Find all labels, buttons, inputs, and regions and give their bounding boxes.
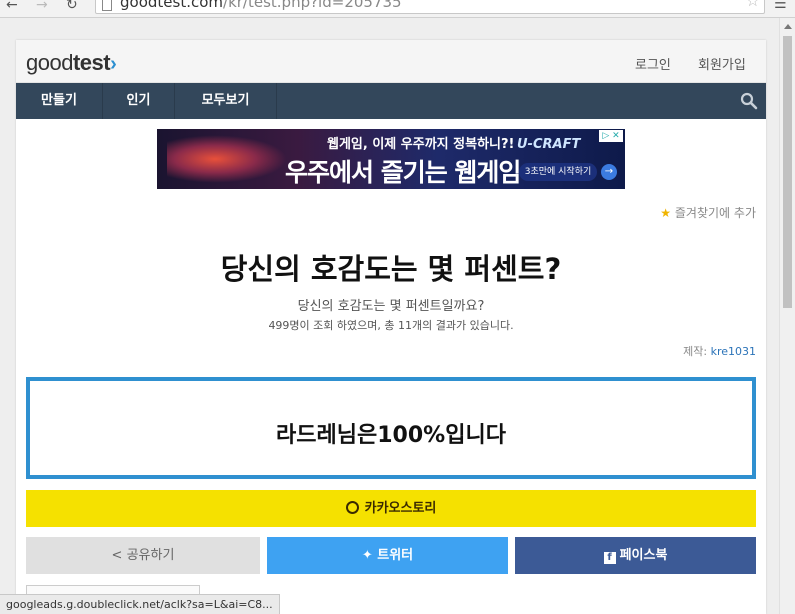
- browser-menu-icon[interactable]: ☰: [774, 0, 787, 11]
- facebook-icon: f: [603, 552, 616, 564]
- scrollbar[interactable]: [779, 18, 795, 614]
- ad-brand: U-CRAFT: [517, 137, 581, 152]
- ad-main-text: 우주에서 즐기는 웹게임: [285, 158, 521, 187]
- scroll-up-arrow-icon[interactable]: [784, 24, 792, 29]
- ad-headline: 웹게임, 이제 우주까지 정복하니?!: [327, 137, 515, 152]
- result-text: 라드레님은100%입니다: [276, 423, 506, 448]
- signup-link[interactable]: 회원가입: [698, 54, 746, 73]
- favorite-label: 즐겨찾기에 추가: [674, 206, 756, 220]
- star-icon: ★: [660, 206, 672, 220]
- kakaostory-icon: [345, 501, 359, 514]
- facebook-label: 페이스북: [619, 548, 668, 563]
- site-header: goodtest› 로그인 회원가입: [16, 40, 766, 83]
- back-arrow-icon[interactable]: ←: [6, 0, 18, 12]
- menu-item-all[interactable]: 모두보기: [175, 83, 277, 119]
- forward-arrow-icon[interactable]: →: [36, 0, 48, 12]
- twitter-bird-icon: ✦: [361, 548, 373, 563]
- test-title: 당신의 호감도는 몇 퍼센트?: [220, 252, 562, 286]
- share-icon: <: [111, 548, 123, 563]
- page-icon: [102, 0, 112, 11]
- adchoices-icon[interactable]: ▷ ✕: [599, 130, 623, 142]
- facebook-share-button[interactable]: f 페이스북: [515, 537, 756, 574]
- kakaostory-label: 카카오스토리: [364, 501, 437, 516]
- menu-item-popular[interactable]: 인기: [103, 83, 175, 119]
- share-label: 공유하기: [126, 548, 175, 563]
- login-link[interactable]: 로그인: [635, 54, 671, 73]
- kakaostory-share-button[interactable]: 카카오스토리: [26, 490, 756, 527]
- logo-arrow-icon: ›: [110, 53, 117, 75]
- test-subtitle: 당신의 호감도는 몇 퍼센트일까요?: [297, 299, 485, 314]
- share-button[interactable]: < 공유하기: [26, 537, 260, 574]
- url-path: /kr/test.php?id=205735: [223, 0, 402, 11]
- test-maker: 제작: kre1031: [683, 343, 756, 359]
- reload-icon[interactable]: ↻: [66, 0, 78, 12]
- address-bar[interactable]: goodtest.com/kr/test.php?id=205735 ☆: [95, 0, 765, 14]
- search-icon[interactable]: [740, 92, 758, 110]
- test-stats: 499명이 조회 하였으며, 총 11개의 결과가 있습니다.: [268, 319, 514, 332]
- spaceship-graphic: [167, 135, 287, 183]
- logo-bold-text: test: [72, 50, 111, 75]
- twitter-label: 트위터: [377, 548, 414, 563]
- twitter-share-button[interactable]: ✦ 트위터: [267, 537, 508, 574]
- page-container: goodtest› 로그인 회원가입 만들기 인기 모두보기 웹게임, 이제 우…: [16, 40, 766, 614]
- site-logo[interactable]: goodtest›: [26, 50, 117, 76]
- result-box: 라드레님은100%입니다: [26, 377, 756, 479]
- add-favorite-link[interactable]: ★ 즐겨찾기에 추가: [660, 204, 756, 221]
- maker-label: 제작:: [683, 345, 708, 358]
- url-domain: goodtest.com: [120, 0, 224, 11]
- address-url: goodtest.com/kr/test.php?id=205735: [120, 0, 402, 11]
- logo-light-text: good: [26, 50, 73, 75]
- main-menu: 만들기 인기 모두보기: [16, 83, 766, 119]
- ad-banner[interactable]: 웹게임, 이제 우주까지 정복하니?! 우주에서 즐기는 웹게임 U-CRAFT…: [157, 129, 625, 189]
- maker-name-link[interactable]: kre1031: [711, 345, 756, 358]
- ad-arrow-icon: →: [601, 164, 617, 180]
- scroll-thumb[interactable]: [783, 36, 792, 308]
- browser-toolbar: ← → ↻ goodtest.com/kr/test.php?id=205735…: [0, 0, 795, 18]
- ad-cta-button[interactable]: 3초만에 시작하기: [519, 163, 597, 181]
- status-bar-url: googleads.g.doubleclick.net/aclk?sa=L&ai…: [0, 594, 280, 614]
- menu-item-make[interactable]: 만들기: [16, 83, 103, 119]
- bookmark-star-icon[interactable]: ☆: [746, 0, 760, 9]
